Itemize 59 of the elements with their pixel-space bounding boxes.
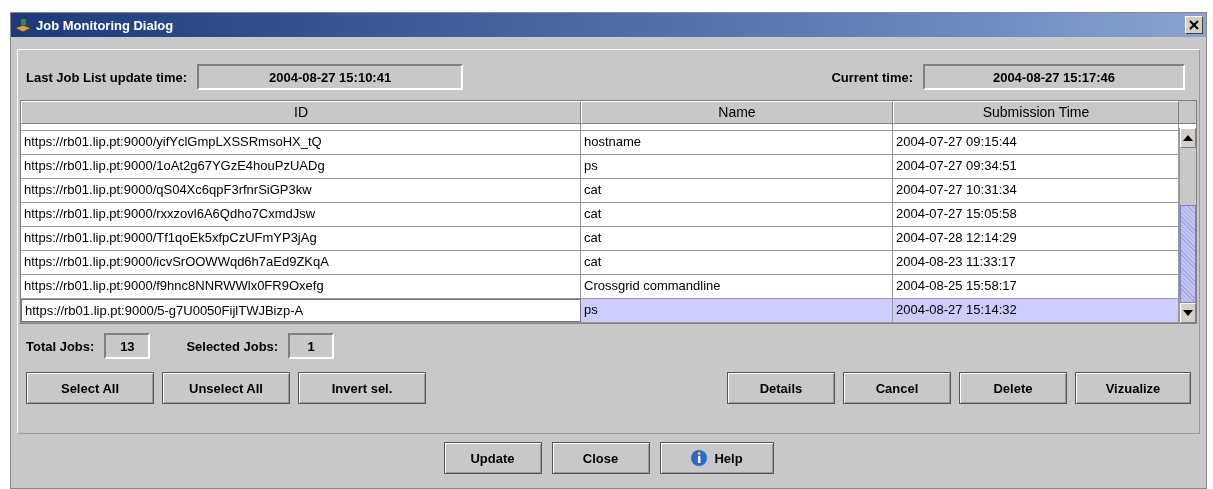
table-row[interactable]: https://rb01.lip.pt:9000/yifYclGmpLXSSRmsoHX_tQ hostname 2004-07-27 09:15:44 [21, 131, 1179, 155]
down-arrow-icon[interactable] [1183, 310, 1193, 316]
table-cell: cat [581, 203, 893, 226]
time-field: 2004-08-27 15:17:46 [923, 64, 1185, 90]
table-cell: https://rb01.lip.pt:9000/yifYclGmpLXSSRmsoHX_tQ [21, 131, 581, 154]
table-cell: 2004-08-23 11:33:17 [893, 251, 1179, 274]
table-cell: https://rb01.lip.pt:9000/qS04Xc6qpF3rfnrSiGP3kw [21, 179, 581, 202]
up-arrow-icon[interactable] [1183, 135, 1193, 141]
scrollbar[interactable] [1179, 128, 1196, 323]
table-row[interactable]: https://rb01.lip.pt:9000/1oAt2g67YGzE4houPzUADg ps 2004-07-27 09:34:51 [21, 155, 1179, 179]
table-cell: https://rb01.lip.pt:9000/Tf1qoEk5xfpCzUFmYP3jAg [21, 227, 581, 250]
action-button[interactable]: Details [727, 372, 835, 404]
action-button[interactable]: Cancel [843, 372, 951, 404]
footer-button[interactable]: Update [443, 442, 542, 474]
table-cell: 2004-07-27 10:31:34 [893, 179, 1179, 202]
window-title: Job Monitoring Dialog [36, 17, 175, 33]
table-cell: ps [581, 299, 893, 322]
selection-button[interactable]: Unselect All [162, 372, 290, 404]
table-row[interactable]: https://rb01.lip.pt:9000/5-g7U0050FijlTWJBizp-A ps 2004-08-27 15:14:32 [21, 299, 1179, 323]
table-cell: 2004-07-27 15:05:58 [893, 203, 1179, 226]
table-cell: Crossgrid commandline [581, 275, 893, 298]
table-cell: ps [581, 155, 893, 178]
column-header[interactable]: Submission Time [893, 101, 1179, 124]
table-cell: cat [581, 227, 893, 250]
close-icon [1189, 20, 1199, 30]
column-header[interactable]: Name [581, 101, 893, 124]
table-row[interactable]: https://rb01.lip.pt:9000/icvSrOOWWqd6h7aEd9ZKqA cat 2004-08-23 11:33:17 [21, 251, 1179, 275]
action-button[interactable]: Delete [959, 372, 1067, 404]
selection-button[interactable]: Invert sel. [298, 372, 426, 404]
table-cell: https://rb01.lip.pt:9000/icvSrOOWWqd6h7aEd9ZKqA [21, 251, 581, 274]
count-field: 1 [288, 333, 335, 359]
table-cell: 2004-08-27 15:14:32 [893, 299, 1179, 322]
table-cell: 2004-07-28 12:14:29 [893, 227, 1179, 250]
table-cell: cat [581, 251, 893, 274]
table-cell: 2004-07-27 09:34:51 [893, 155, 1179, 178]
column-header[interactable]: ID [21, 101, 581, 124]
action-button[interactable]: Vizualize [1075, 372, 1191, 404]
table-row[interactable]: https://rb01.lip.pt:9000/Tf1qoEk5xfpCzUFmYP3jAg cat 2004-07-28 12:14:29 [21, 227, 1179, 251]
table-cell: cat [581, 179, 893, 202]
table-cell: https://rb01.lip.pt:9000/f9hnc8NNRWWlx0FR9Oxefg [21, 275, 581, 298]
footer-button[interactable]: Close [551, 442, 650, 474]
field-label: Total Jobs: [26, 338, 95, 354]
table-cell: https://rb01.lip.pt:9000/5-g7U0050FijlTWJBizp-A [21, 299, 581, 322]
time-field: 2004-08-27 15:10:41 [197, 64, 464, 90]
table-cell: 2004-07-27 09:15:44 [893, 131, 1179, 154]
table-row[interactable]: https://rb01.lip.pt:9000/rxxzovl6A6Qdho7CxmdJsw cat 2004-07-27 15:05:58 [21, 203, 1179, 227]
selection-button[interactable]: Select All [26, 372, 154, 404]
field-label: Current time: [831, 69, 913, 85]
table-cell: https://rb01.lip.pt:9000/rxxzovl6A6Qdho7CxmdJsw [21, 203, 581, 226]
field-label: Selected Jobs: [186, 338, 279, 354]
count-field: 13 [104, 333, 151, 359]
table-cell: 2004-08-25 15:58:17 [893, 275, 1179, 298]
help-button[interactable]: Help [659, 442, 774, 474]
info-icon [690, 449, 709, 467]
table-cell: hostname [581, 131, 893, 154]
table-cell: https://rb01.lip.pt:9000/1oAt2g67YGzE4houPzUADg [21, 155, 581, 178]
table-row[interactable]: https://rb01.lip.pt:9000/qS04Xc6qpF3rfnrSiGP3kw cat 2004-07-27 10:31:34 [21, 179, 1179, 203]
close-button[interactable] [1185, 16, 1203, 34]
field-label: Last Job List update time: [26, 69, 188, 85]
